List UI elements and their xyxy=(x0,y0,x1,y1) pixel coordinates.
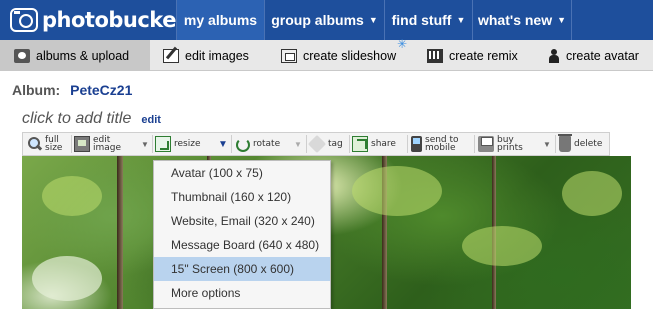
divider xyxy=(474,135,475,153)
share-label: share xyxy=(371,139,396,149)
resize-dropdown[interactable]: ▼ xyxy=(217,133,229,155)
delete-button[interactable]: delete xyxy=(558,133,603,155)
image-toolbar: full size edit image ▼ resize ▼ rotate ▼… xyxy=(22,132,610,156)
divider xyxy=(231,135,232,153)
divider xyxy=(407,135,408,153)
nav-whats-new[interactable]: what's new ▼ xyxy=(472,0,572,40)
trash-icon xyxy=(558,134,572,152)
avatar-icon xyxy=(548,48,560,63)
edit-image-dropdown[interactable]: ▼ xyxy=(139,133,151,155)
edit-image-button[interactable]: edit image xyxy=(74,133,121,155)
full-size-label: full size xyxy=(45,136,63,153)
chevron-down-icon: ▼ xyxy=(557,15,567,25)
resize-label: resize xyxy=(174,139,201,149)
tag-label: tag xyxy=(328,139,343,149)
slideshow-icon xyxy=(281,48,297,63)
tag-button[interactable]: tag xyxy=(307,133,343,155)
subnav-albums-upload[interactable]: albums & upload xyxy=(0,40,150,71)
resize-button[interactable]: resize xyxy=(155,133,201,155)
chevron-down-icon: ▼ xyxy=(456,15,466,25)
nav-group-albums[interactable]: group albums ▼ xyxy=(264,0,384,40)
photo-detail xyxy=(562,171,622,216)
menu-item-15-screen[interactable]: 15" Screen (800 x 600) xyxy=(154,257,330,281)
magnifier-icon xyxy=(26,136,42,152)
subnav-create-remix[interactable]: create remix xyxy=(427,40,518,71)
send-to-mobile-button[interactable]: send to mobile xyxy=(411,133,459,155)
divider xyxy=(306,135,307,153)
printer-icon xyxy=(478,136,494,152)
photo-title-placeholder[interactable]: click to add title xyxy=(22,110,131,128)
photo-detail xyxy=(352,166,442,216)
chevron-down-icon: ▼ xyxy=(294,139,302,149)
divider xyxy=(349,135,350,153)
chevron-down-icon: ▼ xyxy=(218,138,228,150)
edit-image-icon xyxy=(74,136,90,152)
label-line: prints xyxy=(497,143,523,153)
send-to-mobile-label: send to mobile xyxy=(425,136,459,153)
edit-title-link[interactable]: edit xyxy=(141,114,161,126)
nav-label: find stuff xyxy=(391,12,452,28)
photo-detail xyxy=(462,226,542,266)
album-label: Album: xyxy=(12,82,61,98)
edit-image-label: edit image xyxy=(93,136,122,153)
tag-icon xyxy=(307,134,327,154)
chevron-down-icon: ▼ xyxy=(543,139,551,149)
resize-menu: Avatar (100 x 75) Thumbnail (160 x 120) … xyxy=(153,160,331,309)
nav-label: my albums xyxy=(183,12,258,28)
photo-detail xyxy=(32,256,102,301)
top-navigation-bar: photobucket my albums group albums ▼ fin… xyxy=(0,0,653,40)
upload-icon xyxy=(14,48,30,63)
divider xyxy=(152,135,153,153)
remix-icon xyxy=(427,48,443,63)
nav-my-albums[interactable]: my albums xyxy=(176,0,264,40)
photo-detail xyxy=(117,156,123,309)
chevron-down-icon: ▼ xyxy=(141,139,149,149)
subnav-label: albums & upload xyxy=(36,48,130,63)
subnav-label: create remix xyxy=(449,48,518,63)
share-button[interactable]: share xyxy=(352,133,396,155)
edit-images-icon xyxy=(163,48,179,63)
share-icon xyxy=(352,136,368,152)
photo-detail xyxy=(42,176,102,216)
mobile-phone-icon xyxy=(411,136,422,152)
subnav-create-slideshow[interactable]: create slideshow xyxy=(281,40,396,71)
label-line: image xyxy=(93,143,122,153)
logo-text: photobucket xyxy=(42,8,186,32)
rotate-button[interactable]: rotate xyxy=(234,133,280,155)
photobucket-logo[interactable]: photobucket xyxy=(10,6,186,34)
resize-icon xyxy=(155,136,171,152)
nav-label: what's new xyxy=(477,12,553,28)
menu-item-website-email[interactable]: Website, Email (320 x 240) xyxy=(154,209,330,233)
delete-label: delete xyxy=(574,139,603,149)
buy-prints-dropdown[interactable]: ▼ xyxy=(541,133,553,155)
chevron-down-icon: ▼ xyxy=(368,15,378,25)
menu-item-avatar[interactable]: Avatar (100 x 75) xyxy=(154,161,330,185)
nav-find-stuff[interactable]: find stuff ▼ xyxy=(384,0,472,40)
nav-label: group albums xyxy=(271,12,364,28)
sub-navigation-bar: albums & upload edit images create slide… xyxy=(0,40,653,71)
divider xyxy=(555,135,556,153)
new-badge-icon: ✳ xyxy=(397,37,408,51)
album-header: Album: PeteCz21 xyxy=(12,82,132,98)
buy-prints-label: buy prints xyxy=(497,136,523,153)
menu-item-thumbnail[interactable]: Thumbnail (160 x 120) xyxy=(154,185,330,209)
divider xyxy=(71,135,72,153)
label-line: mobile xyxy=(425,143,456,153)
label-line: size xyxy=(45,143,63,153)
rotate-dropdown[interactable]: ▼ xyxy=(292,133,304,155)
camera-logo-icon xyxy=(10,8,38,32)
subnav-label: create avatar xyxy=(566,48,639,63)
rotate-label: rotate xyxy=(253,139,281,149)
subnav-label: edit images xyxy=(185,48,249,63)
subnav-edit-images[interactable]: edit images xyxy=(163,40,249,71)
subnav-label: create slideshow xyxy=(303,48,397,63)
full-size-button[interactable]: full size xyxy=(26,133,62,155)
photo-title-row: click to add title edit xyxy=(22,110,161,128)
menu-item-more-options[interactable]: More options xyxy=(154,281,330,305)
subnav-create-avatar[interactable]: create avatar xyxy=(548,40,639,71)
rotate-icon xyxy=(234,136,250,152)
album-name-link[interactable]: PeteCz21 xyxy=(70,82,132,98)
buy-prints-button[interactable]: buy prints xyxy=(478,133,523,155)
menu-item-message-board[interactable]: Message Board (640 x 480) xyxy=(154,233,330,257)
